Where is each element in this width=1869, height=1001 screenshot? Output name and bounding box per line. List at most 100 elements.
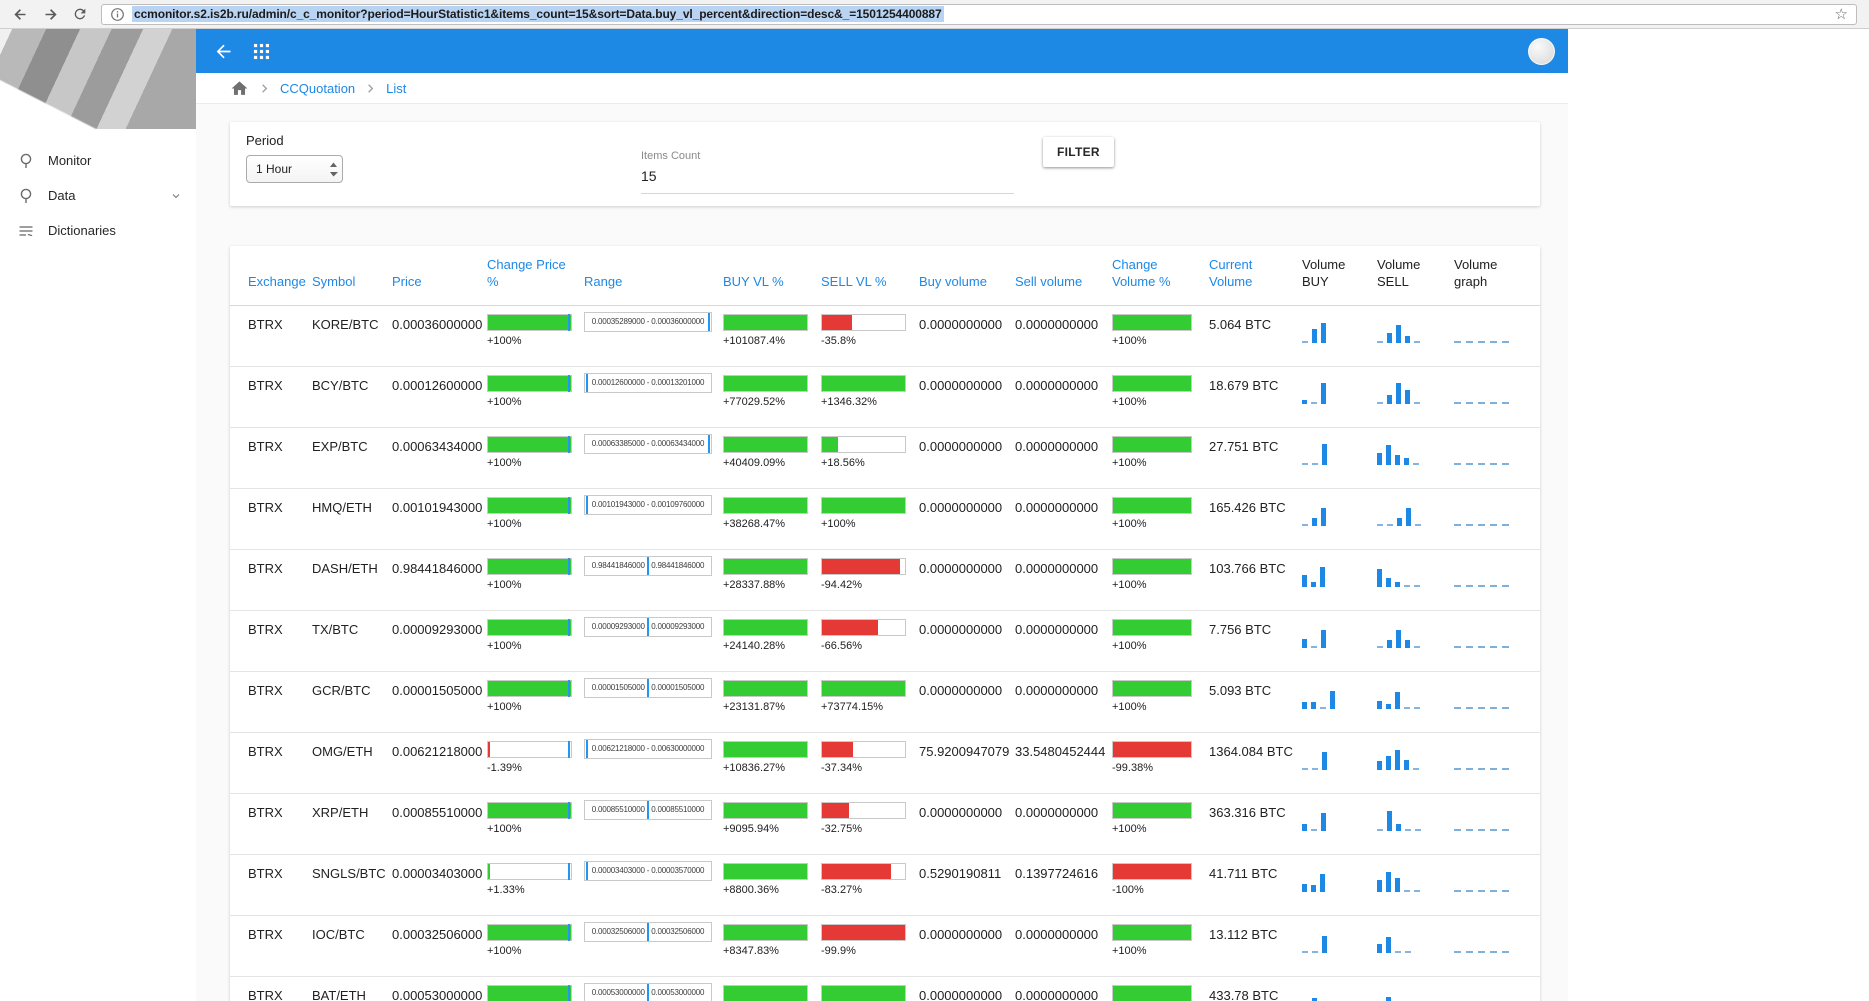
cell-symbol: DASH/ETH [312,549,392,610]
browser-forward-button[interactable] [42,6,59,23]
cell-sell-vl-bar [821,863,906,880]
cell-buy-volume: 0.0000000000 [919,305,1015,366]
home-icon[interactable] [230,79,249,98]
cell-exchange: BTRX [230,976,312,1001]
bookmark-star-icon[interactable]: ☆ [1835,7,1848,22]
period-select[interactable]: 1 Hour [246,155,343,183]
cell-sell-vl-fill [822,437,838,452]
cell-exchange: BTRX [230,366,312,427]
cell-change-price-fill [488,925,571,940]
cell-change-price-label: +100% [487,701,576,713]
cell-change-volume [1112,976,1209,1001]
cell-volume-graph-chart [1454,925,1532,953]
sidebar-item-label: Monitor [48,153,91,168]
table-row: BTRXKORE/BTC0.00036000000+100%0.00035289… [230,305,1540,366]
price-cursor [568,375,570,392]
cell-buy-volume: 0.0000000000 [919,976,1015,1001]
range-cursor [647,922,649,942]
range-widget: 0.00001505000 - 0.00001505000 [584,678,712,698]
cell-change-volume-fill [1113,681,1191,696]
cell-volume-graph-chart [1454,315,1532,343]
cell-sell-vl-label: -94.42% [821,579,911,591]
table-row: BTRXSNGLS/BTC0.00003403000+1.33%0.000034… [230,854,1540,915]
avatar[interactable] [1528,38,1555,65]
cell-buy-vl-bar [723,375,808,392]
col-range[interactable]: Range [584,246,723,305]
url-bar[interactable]: ccmonitor.s2.is2b.ru/admin/c_c_monitor?p… [101,4,1857,25]
cell-volume-graph-chart [1454,986,1532,1001]
range-widget: 0.00012600000 - 0.00013201000 [584,373,712,393]
cell-price: 0.00085510000 [392,793,487,854]
cell-sell-vl-bar [821,680,906,697]
cell-buy-volume: 75.9200947079 [919,732,1015,793]
cell-buy-vl-label: +10836.27% [723,762,813,774]
cell-buy-vl-bar [723,314,808,331]
browser-back-button[interactable] [12,6,29,23]
cell-volume-buy-chart [1302,925,1369,953]
cell-change-price-bar [487,497,572,514]
range-widget: 0.00101943000 - 0.00109760000 [584,495,712,515]
cell-sell-volume: 0.1397724616 [1015,854,1112,915]
col-change-price[interactable]: Change Price % [487,246,584,305]
cell-change-volume-fill [1113,925,1191,940]
cell-sell-volume: 0.0000000000 [1015,793,1112,854]
col-buy-volume[interactable]: Buy volume [919,246,1015,305]
items-count-field[interactable]: Items Count 15 [641,150,1014,194]
cell-sell-vl-fill [822,681,905,696]
cell-buy-vl-bar [723,680,808,697]
cell-price: 0.00053000000 [392,976,487,1001]
cell-symbol: BCY/BTC [312,366,392,427]
cell-sell-vl [821,976,919,1001]
cell-volume-graph [1454,366,1540,427]
cell-current-volume: 165.426 BTC [1209,488,1302,549]
table-row: BTRXXRP/ETH0.00085510000+100%0.000855100… [230,793,1540,854]
col-current-volume[interactable]: Current Volume [1209,246,1302,305]
cell-change-price-label: +1.33% [487,884,576,896]
sidebar-item-data[interactable]: Data [0,178,196,213]
cell-change-price-fill [488,803,571,818]
breadcrumb-ccquotation[interactable]: CCQuotation [280,81,355,96]
cell-buy-vl-bar [723,802,808,819]
cell-exchange: BTRX [230,549,312,610]
cell-change-price: +1.33% [487,854,584,915]
cell-price: 0.00009293000 [392,610,487,671]
cell-change-volume-fill [1113,803,1191,818]
cell-change-volume-label: +100% [1112,396,1201,408]
cell-volume-graph-chart [1454,620,1532,648]
col-volume-sell: Volume SELL [1377,246,1454,305]
cell-buy-vl-fill [724,925,807,940]
cell-volume-graph-chart [1454,376,1532,404]
cell-change-volume-label: +100% [1112,945,1201,957]
cell-exchange: BTRX [230,488,312,549]
cell-price: 0.00063434000 [392,427,487,488]
cell-change-volume: +100% [1112,366,1209,427]
col-buy-vl[interactable]: BUY VL % [723,246,821,305]
col-exchange[interactable]: Exchange [230,246,312,305]
items-count-value: 15 [641,168,1014,184]
sidebar-item-dictionaries[interactable]: Dictionaries [0,213,196,248]
cell-buy-volume: 0.0000000000 [919,488,1015,549]
range-widget: 0.00053000000 - 0.00053000000 [584,983,712,1001]
range-cursor [586,739,588,759]
apps-grid-button[interactable] [253,43,270,60]
cell-change-volume-fill [1113,437,1191,452]
browser-reload-button[interactable] [72,6,88,22]
range-widget: 0.00032506000 - 0.00032506000 [584,922,712,942]
cell-change-price-label: +100% [487,579,576,591]
col-symbol[interactable]: Symbol [312,246,392,305]
col-price[interactable]: Price [392,246,487,305]
cell-buy-vl: +40409.09% [723,427,821,488]
cell-change-volume-label: +100% [1112,518,1201,530]
cell-sell-vl-fill [822,315,852,330]
col-sell-volume[interactable]: Sell volume [1015,246,1112,305]
sidebar-item-monitor[interactable]: Monitor [0,143,196,178]
breadcrumb-list[interactable]: List [386,81,406,96]
cell-volume-buy [1302,610,1377,671]
cell-range: 0.98441846000 - 0.98441846000 [584,549,723,610]
filter-button[interactable]: FILTER [1043,137,1114,167]
toolbar-back-button[interactable] [213,41,234,62]
cell-buy-vl-label: +23131.87% [723,701,813,713]
col-sell-vl[interactable]: SELL VL % [821,246,919,305]
col-change-volume[interactable]: Change Volume % [1112,246,1209,305]
cell-change-volume: +100% [1112,610,1209,671]
